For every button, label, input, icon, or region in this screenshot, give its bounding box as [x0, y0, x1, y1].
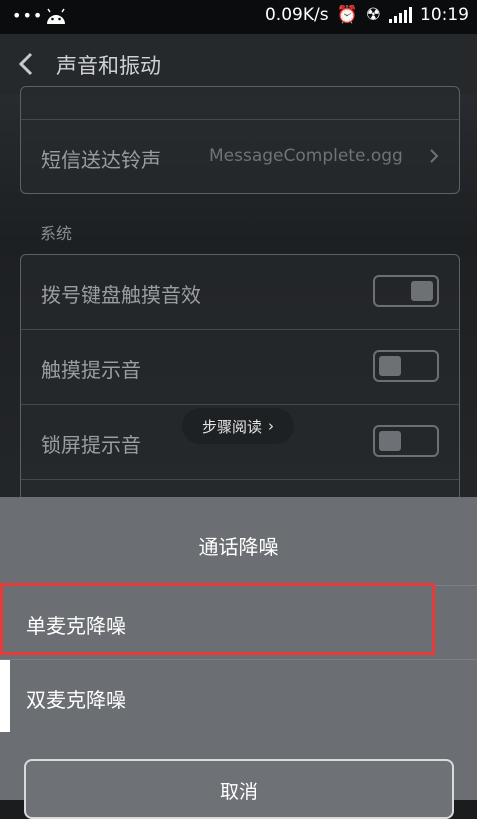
alarm-icon: ⏰ [336, 5, 358, 25]
notification-dots: ••• [12, 6, 44, 25]
tooltip-text: 步骤阅读 [201, 417, 262, 436]
section-label: 系统 [40, 224, 73, 243]
highlight-box [0, 583, 435, 655]
list-item[interactable]: 触摸提示音 [21, 330, 459, 405]
sync-icon: ☢ [365, 5, 381, 25]
step-reading-tooltip[interactable]: 步骤阅读 › [182, 408, 294, 444]
status-bar: ••• 0.09K/s ⏰ ☢ 10:19 [0, 0, 477, 34]
ringtone-card: 短信送达铃声 MessageComplete.ogg [20, 86, 460, 194]
list-item[interactable]: 拨号键盘触摸音效 [21, 255, 459, 330]
noise-reduction-sheet: 通话降噪 单麦克降噪 双麦克降噪 取消 [0, 497, 477, 819]
option-dual-mic[interactable]: 双麦克降噪 [0, 659, 477, 732]
cancel-button[interactable]: 取消 [24, 759, 454, 819]
list-item[interactable]: 短信送达铃声 MessageComplete.ogg [21, 120, 459, 193]
row-label: 触摸提示音 [41, 358, 141, 382]
row-label: 短信送达铃声 [41, 148, 161, 172]
touch-sound-toggle[interactable] [373, 350, 439, 382]
clock: 10:19 [420, 5, 469, 25]
dialpad-sound-toggle[interactable] [373, 275, 439, 307]
system-card: 拨号键盘触摸音效 触摸提示音 锁屏提示音 [20, 254, 460, 516]
page-title: 声音和振动 [56, 54, 161, 78]
clipped-row [21, 87, 459, 120]
status-right: 0.09K/s ⏰ ☢ 10:19 [265, 5, 469, 25]
signal-icon [389, 7, 412, 23]
selected-indicator [0, 660, 10, 732]
sheet-title: 通话降噪 [198, 535, 279, 559]
title-bar: 声音和振动 [0, 34, 477, 94]
android-icon [47, 8, 65, 24]
chevron-left-icon[interactable] [18, 52, 34, 76]
chevron-right-icon: › [268, 417, 274, 435]
chevron-right-icon [430, 149, 439, 163]
row-label: 拨号键盘触摸音效 [41, 283, 201, 307]
row-value: MessageComplete.ogg [209, 146, 403, 166]
lockscreen-sound-toggle[interactable] [373, 425, 439, 457]
row-label: 锁屏提示音 [41, 433, 141, 457]
net-speed: 0.09K/s [264, 5, 329, 25]
option-label: 双麦克降噪 [26, 688, 126, 712]
